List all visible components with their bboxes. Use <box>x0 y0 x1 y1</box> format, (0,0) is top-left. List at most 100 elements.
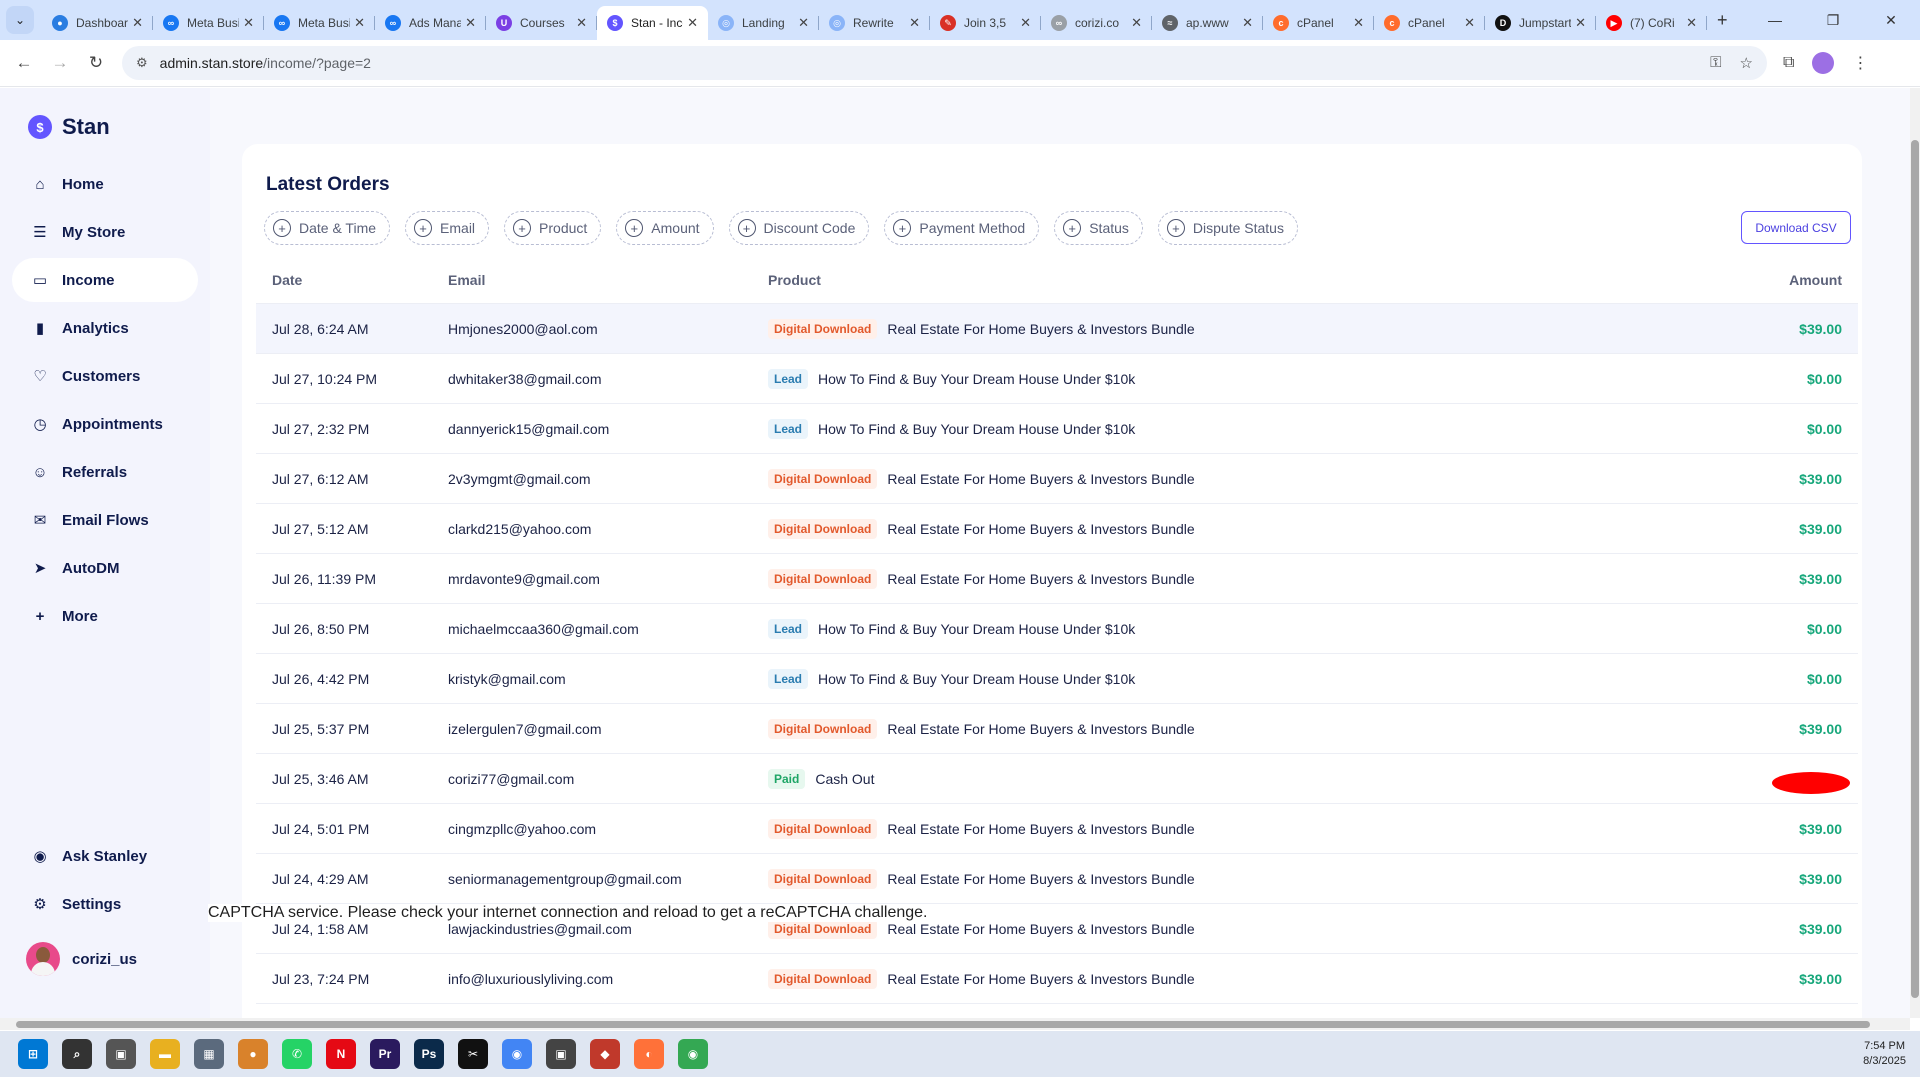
tab-close-icon[interactable]: ✕ <box>1242 15 1253 31</box>
browser-tab[interactable]: ∞ Meta Business✕ <box>264 6 375 40</box>
photoshop-icon[interactable]: Ps <box>414 1039 444 1069</box>
file-explorer-icon[interactable]: ▬ <box>150 1039 180 1069</box>
sidebar-item-appointments[interactable]: ◷ Appointments <box>12 402 198 446</box>
table-row[interactable]: Jul 27, 5:12 AM clarkd215@yahoo.com Digita… <box>256 504 1858 554</box>
filter-chip-payment-method[interactable]: + Payment Method <box>884 211 1040 245</box>
menu-kebab-icon[interactable]: ⋮ <box>1852 53 1868 73</box>
app-icon[interactable]: ● <box>238 1039 268 1069</box>
table-row[interactable]: Jul 25, 3:46 AM corizi77@gmail.com Paid Cas… <box>256 754 1858 804</box>
browser-tab[interactable]: ∞ Ads Manager✕ <box>375 6 486 40</box>
horizontal-scroll-thumb[interactable] <box>16 1021 1870 1028</box>
filter-chip-dispute-status[interactable]: + Dispute Status <box>1157 211 1298 245</box>
tab-close-icon[interactable]: ✕ <box>1353 15 1364 31</box>
sidebar-item-my-store[interactable]: ☰ My Store <box>12 210 198 254</box>
site-info-icon[interactable]: ⚙ <box>136 55 148 71</box>
tab-close-icon[interactable]: ✕ <box>1131 15 1142 31</box>
sidebar-item-settings[interactable]: ⚙ Settings <box>12 882 198 926</box>
table-row[interactable]: Jul 27, 2:32 PM dannyerick15@gmail.com Lea… <box>256 404 1858 454</box>
browser-tab[interactable]: c cPanel ✕ <box>1374 6 1485 40</box>
browser-tab[interactable]: ◎ Landing ✕ <box>708 6 819 40</box>
capcut-icon[interactable]: ✂ <box>458 1039 488 1069</box>
browser-tab[interactable]: D Jumpstart ✕ <box>1485 6 1596 40</box>
browser-tab[interactable]: ◎ Rewrite ✕ <box>819 6 930 40</box>
brand[interactable]: $ Stan <box>28 114 110 140</box>
task-view-icon[interactable]: ▣ <box>106 1039 136 1069</box>
table-row[interactable]: Jul 26, 8:50 PM michaelmccaa360@gmail.com… <box>256 604 1858 654</box>
browser-tab[interactable]: c cPanel ✕ <box>1263 6 1374 40</box>
filter-chip-product[interactable]: + Product <box>504 211 602 245</box>
sidebar-item-email-flows[interactable]: ✉ Email Flows <box>12 498 198 542</box>
table-row[interactable]: Jul 24, 4:29 AM seniormanagementgroup@gma… <box>256 854 1858 904</box>
forward-icon[interactable]: → <box>42 53 78 73</box>
reload-icon[interactable]: ↻ <box>78 53 114 73</box>
sidebar-item-referrals[interactable]: ☺ Referrals <box>12 450 198 494</box>
table-row[interactable]: Jul 28, 6:24 AM Hmjones2000@aol.com Digita… <box>256 304 1858 354</box>
back-icon[interactable]: ← <box>6 53 42 73</box>
new-tab-button[interactable]: + <box>1717 10 1728 31</box>
chrome-icon[interactable]: ◉ <box>502 1039 532 1069</box>
tab-close-icon[interactable]: ✕ <box>243 15 254 31</box>
profile-avatar-icon[interactable] <box>1812 52 1835 74</box>
browser-tab[interactable]: U Courses ✕ <box>486 6 597 40</box>
sidebar-item-customers[interactable]: ♡ Customers <box>12 354 198 398</box>
tab-close-icon[interactable]: ✕ <box>687 15 698 31</box>
browser-tab[interactable]: ∞ corizi.co ✕ <box>1041 6 1152 40</box>
browser-tab[interactable]: ● Dashboard✕ <box>42 6 153 40</box>
table-row[interactable]: Jul 24, 5:01 PM cingmzpllc@yahoo.com Digit… <box>256 804 1858 854</box>
tab-close-icon[interactable]: ✕ <box>1686 15 1697 31</box>
tab-search-button[interactable]: ⌄ <box>6 6 34 34</box>
search-icon[interactable]: ⌕ <box>62 1039 92 1069</box>
filter-chip-email[interactable]: + Email <box>405 211 490 245</box>
sidebar-item-analytics[interactable]: ▮ Analytics <box>12 306 198 350</box>
browser-tab[interactable]: ✎ Join 3,5 ✕ <box>930 6 1041 40</box>
tab-close-icon[interactable]: ✕ <box>1020 15 1031 31</box>
column-header-email[interactable]: Email <box>448 272 485 288</box>
column-header-product[interactable]: Product <box>768 272 821 288</box>
tab-close-icon[interactable]: ✕ <box>576 15 587 31</box>
minimize-icon[interactable]: — <box>1746 0 1804 40</box>
browser-tab[interactable]: ▶ (7) CoRi ✕ <box>1596 6 1707 40</box>
sidebar-item-ask-stanley[interactable]: ◉ Ask Stanley <box>12 834 198 878</box>
premiere-icon[interactable]: Pr <box>370 1039 400 1069</box>
whatsapp-icon[interactable]: ✆ <box>282 1039 312 1069</box>
tab-close-icon[interactable]: ✕ <box>465 15 476 31</box>
sidebar-item-home[interactable]: ⌂ Home <box>12 162 198 206</box>
maximize-icon[interactable]: ❐ <box>1804 0 1862 40</box>
tab-close-icon[interactable]: ✕ <box>909 15 920 31</box>
table-row[interactable]: Jul 27, 6:12 AM 2v3ymgmt@gmail.com Digital… <box>256 454 1858 504</box>
chrome-icon-2[interactable]: ◉ <box>678 1039 708 1069</box>
system-clock[interactable]: 7:54 PM 8/3/2025 <box>1863 1039 1906 1069</box>
address-bar[interactable]: ⚙ admin.stan.store/income/?page=2 ⚿ ☆ <box>122 46 1767 80</box>
firefox-icon[interactable]: ◐ <box>634 1039 664 1069</box>
filter-chip-status[interactable]: + Status <box>1054 211 1143 245</box>
vertical-scrollbar[interactable] <box>1910 88 1920 1018</box>
tab-close-icon[interactable]: ✕ <box>798 15 809 31</box>
sidebar-item-autodm[interactable]: ➤ AutoDM <box>12 546 198 590</box>
filter-chip-discount-code[interactable]: + Discount Code <box>728 211 870 245</box>
download-csv-button[interactable]: Download CSV <box>1741 211 1851 244</box>
tab-close-icon[interactable]: ✕ <box>132 15 143 31</box>
app-icon-2[interactable]: ◆ <box>590 1039 620 1069</box>
column-header-date[interactable]: Date <box>272 272 302 288</box>
camera-icon[interactable]: ▣ <box>546 1039 576 1069</box>
netflix-icon[interactable]: N <box>326 1039 356 1069</box>
table-row[interactable]: Jul 26, 11:39 PM mrdavonte9@gmail.com Digi… <box>256 554 1858 604</box>
vertical-scroll-thumb[interactable] <box>1911 140 1919 998</box>
password-key-icon[interactable]: ⚿ <box>1710 54 1721 72</box>
horizontal-scrollbar[interactable] <box>0 1018 1910 1030</box>
filter-chip-amount[interactable]: + Amount <box>616 211 714 245</box>
browser-tab[interactable]: ≈ ap.www ✕ <box>1152 6 1263 40</box>
column-header-amount[interactable]: Amount <box>1789 272 1842 288</box>
tab-close-icon[interactable]: ✕ <box>354 15 365 31</box>
user-profile[interactable]: corizi_us <box>26 942 137 976</box>
browser-tab[interactable]: ∞ Meta Business✕ <box>153 6 264 40</box>
tab-close-icon[interactable]: ✕ <box>1575 15 1586 31</box>
calculator-icon[interactable]: ▦ <box>194 1039 224 1069</box>
table-row[interactable]: Jul 25, 5:37 PM izelergulen7@gmail.com Dig… <box>256 704 1858 754</box>
sidebar-item-more[interactable]: + More <box>12 594 198 638</box>
tab-close-icon[interactable]: ✕ <box>1464 15 1475 31</box>
bookmark-star-icon[interactable]: ☆ <box>1740 54 1753 72</box>
table-row[interactable]: Jul 26, 4:42 PM kristyk@gmail.com Lead How … <box>256 654 1858 704</box>
sidebar-item-income[interactable]: ▭ Income <box>12 258 198 302</box>
windows-start-icon[interactable]: ⊞ <box>18 1039 48 1069</box>
